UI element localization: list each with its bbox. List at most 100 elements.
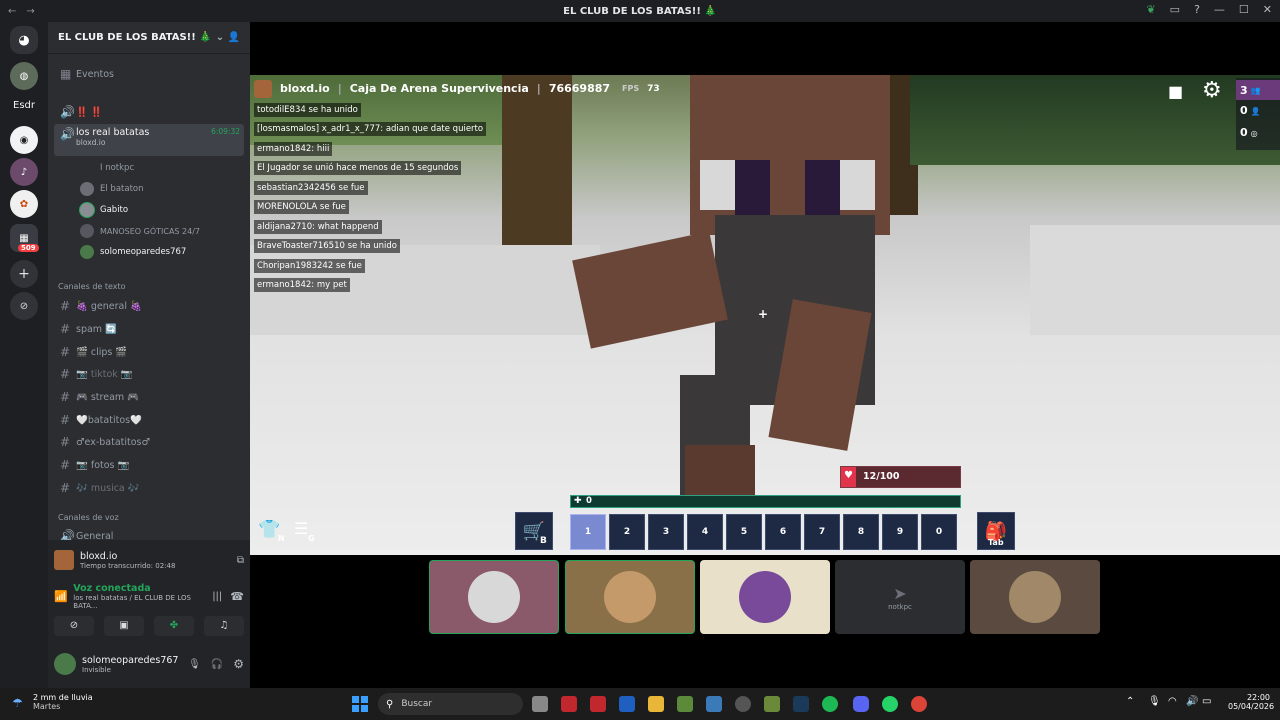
- minecraft-icon[interactable]: [677, 696, 693, 712]
- list-icon[interactable]: ☰: [294, 519, 308, 538]
- taskbar-search[interactable]: ⚲ Buscar: [378, 693, 523, 715]
- app-icon[interactable]: [764, 696, 780, 712]
- maximize-button[interactable]: ☐: [1239, 3, 1249, 16]
- hotbar-slot[interactable]: 8: [843, 514, 879, 550]
- spotify-icon[interactable]: [822, 696, 838, 712]
- voice-waveform-icon[interactable]: |||: [212, 591, 222, 602]
- text-channel[interactable]: # ♂ex-batatitos♂: [54, 432, 244, 452]
- participant-tile[interactable]: [429, 560, 559, 634]
- hotbar-slot[interactable]: 2: [609, 514, 645, 550]
- game-settings-icon[interactable]: ⧉: [237, 555, 244, 566]
- globe-icon[interactable]: ◎: [1251, 129, 1258, 138]
- file-explorer-icon[interactable]: [648, 696, 664, 712]
- avatar: [739, 571, 791, 623]
- weather-day: Martes: [33, 702, 61, 711]
- discord-home-icon[interactable]: ◕: [10, 26, 38, 54]
- windows-start-icon[interactable]: [352, 696, 368, 712]
- text-channel[interactable]: # 📷 tiktok 📷: [54, 364, 244, 384]
- avatar: [1009, 571, 1061, 623]
- server-icon[interactable]: ✿: [10, 190, 38, 218]
- voice-status-sub[interactable]: los real batatas / EL CLUB DE LOS BATA..…: [73, 594, 212, 610]
- app-icon[interactable]: [706, 696, 722, 712]
- participant-tile[interactable]: ➤ notkpc: [835, 560, 965, 634]
- close-button[interactable]: ✕: [1263, 3, 1272, 16]
- camera-off-button[interactable]: ⊘: [54, 616, 94, 636]
- voice-member[interactable]: solomeoparedes767: [74, 242, 244, 262]
- participant-tile[interactable]: [700, 560, 830, 634]
- weather-icon[interactable]: ☂: [12, 696, 23, 710]
- server-icon[interactable]: ◍: [10, 62, 38, 90]
- wifi-icon[interactable]: ◠: [1168, 696, 1177, 707]
- voice-category[interactable]: Canales de voz: [58, 513, 119, 522]
- app-icon[interactable]: [735, 696, 751, 712]
- help-icon[interactable]: ?: [1194, 3, 1200, 16]
- volume-icon[interactable]: 🔊: [1186, 696, 1198, 707]
- leaf-icon[interactable]: ❦: [1146, 3, 1155, 16]
- add-friend-icon[interactable]: 👤: [1251, 107, 1261, 116]
- microphone-icon[interactable]: 🎙: [188, 659, 201, 670]
- server-icon[interactable]: ♪: [10, 158, 38, 186]
- text-channel[interactable]: # 🎬 clips 🎬: [54, 342, 244, 362]
- weather-text[interactable]: 2 mm de lluvia Martes: [33, 693, 93, 711]
- soundboard-button[interactable]: ♫: [204, 616, 244, 636]
- whatsapp-icon[interactable]: [882, 696, 898, 712]
- participant-tile[interactable]: [970, 560, 1100, 634]
- activity-card[interactable]: bloxd.io Tiempo transcurrido: 02:48 ⧉: [54, 546, 244, 574]
- participant-tile[interactable]: [565, 560, 695, 634]
- hotbar-slot[interactable]: 0: [921, 514, 957, 550]
- microphone-tray-icon[interactable]: 🎙: [1148, 696, 1161, 707]
- events-item[interactable]: ▦ Eventos: [54, 64, 244, 84]
- camera-icon[interactable]: ■: [1168, 82, 1183, 101]
- voice-member[interactable]: El bataton: [74, 179, 244, 199]
- clock[interactable]: 22:00 05/04/2026: [1228, 693, 1274, 711]
- disconnect-icon[interactable]: ☎: [230, 590, 244, 603]
- app-icon[interactable]: [561, 696, 577, 712]
- window-title: EL CLUB DE LOS BATAS!! 🎄: [563, 5, 717, 17]
- headphones-icon[interactable]: 🎧: [211, 659, 223, 670]
- task-view-icon[interactable]: [532, 696, 548, 712]
- voice-status-title[interactable]: Voz conectada: [73, 583, 212, 594]
- hotbar-slot[interactable]: 7: [804, 514, 840, 550]
- text-channel[interactable]: # 🎶 musica 🎶: [54, 478, 244, 498]
- text-channel[interactable]: # spam 🔄: [54, 319, 244, 339]
- active-voice-channel[interactable]: 🔊 los real batatas bloxd.io 6:09:32: [54, 124, 244, 156]
- screen-share-button[interactable]: ▣: [104, 616, 144, 636]
- voice-member[interactable]: I notkpc: [74, 158, 244, 178]
- hotbar-slot[interactable]: 9: [882, 514, 918, 550]
- avatar: [604, 571, 656, 623]
- server-header[interactable]: EL CLUB DE LOS BATAS!! 🎄 ⌄ 👤: [48, 22, 250, 54]
- voice-member[interactable]: Gabito: [74, 200, 244, 220]
- text-channel[interactable]: # 🍇 general 🍇: [54, 296, 244, 316]
- app-icon[interactable]: [590, 696, 606, 712]
- hotbar-slot[interactable]: 6: [765, 514, 801, 550]
- hotbar-slot[interactable]: 4: [687, 514, 723, 550]
- voice-member[interactable]: MANOSEO GÓTICAS 24/7: [74, 221, 244, 241]
- add-member-icon[interactable]: 👤: [228, 32, 240, 43]
- server-label-esdr[interactable]: Esdr: [0, 100, 48, 111]
- hotbar-slot[interactable]: 5: [726, 514, 762, 550]
- server-icon[interactable]: ◉: [10, 126, 38, 154]
- steam-icon[interactable]: [793, 696, 809, 712]
- chrome-icon[interactable]: [911, 696, 927, 712]
- voice-channel-top[interactable]: 🔊 ‼️ ‼️: [54, 102, 244, 122]
- text-category[interactable]: Canales de texto: [58, 282, 126, 291]
- discord-icon[interactable]: [853, 696, 869, 712]
- battery-icon[interactable]: ▭: [1202, 696, 1211, 707]
- tray-chevron-icon[interactable]: ⌃: [1126, 696, 1134, 707]
- add-server-icon[interactable]: +: [10, 260, 38, 288]
- user-info[interactable]: solomeoparedes767 Invisible 🎙 🎧 ⚙: [54, 650, 244, 678]
- hotbar-slot[interactable]: 3: [648, 514, 684, 550]
- activities-button[interactable]: ✤: [154, 616, 194, 636]
- app-icon[interactable]: [619, 696, 635, 712]
- text-channel[interactable]: # 📷 fotos 📷: [54, 455, 244, 475]
- minimize-button[interactable]: —: [1214, 3, 1225, 16]
- text-channel[interactable]: # 🤍batatitos🤍: [54, 410, 244, 430]
- game-settings-gear-icon[interactable]: ⚙: [1202, 78, 1222, 103]
- discover-icon[interactable]: ⊘: [10, 292, 38, 320]
- shop-button[interactable]: 🛒: [515, 512, 553, 550]
- settings-gear-icon[interactable]: ⚙: [233, 657, 244, 671]
- text-channel[interactable]: # 🎮 stream 🎮: [54, 387, 244, 407]
- inbox-icon[interactable]: ▭: [1170, 3, 1180, 16]
- hotbar-slot-selected[interactable]: 1: [570, 514, 606, 550]
- game-scene[interactable]: +: [250, 75, 1280, 555]
